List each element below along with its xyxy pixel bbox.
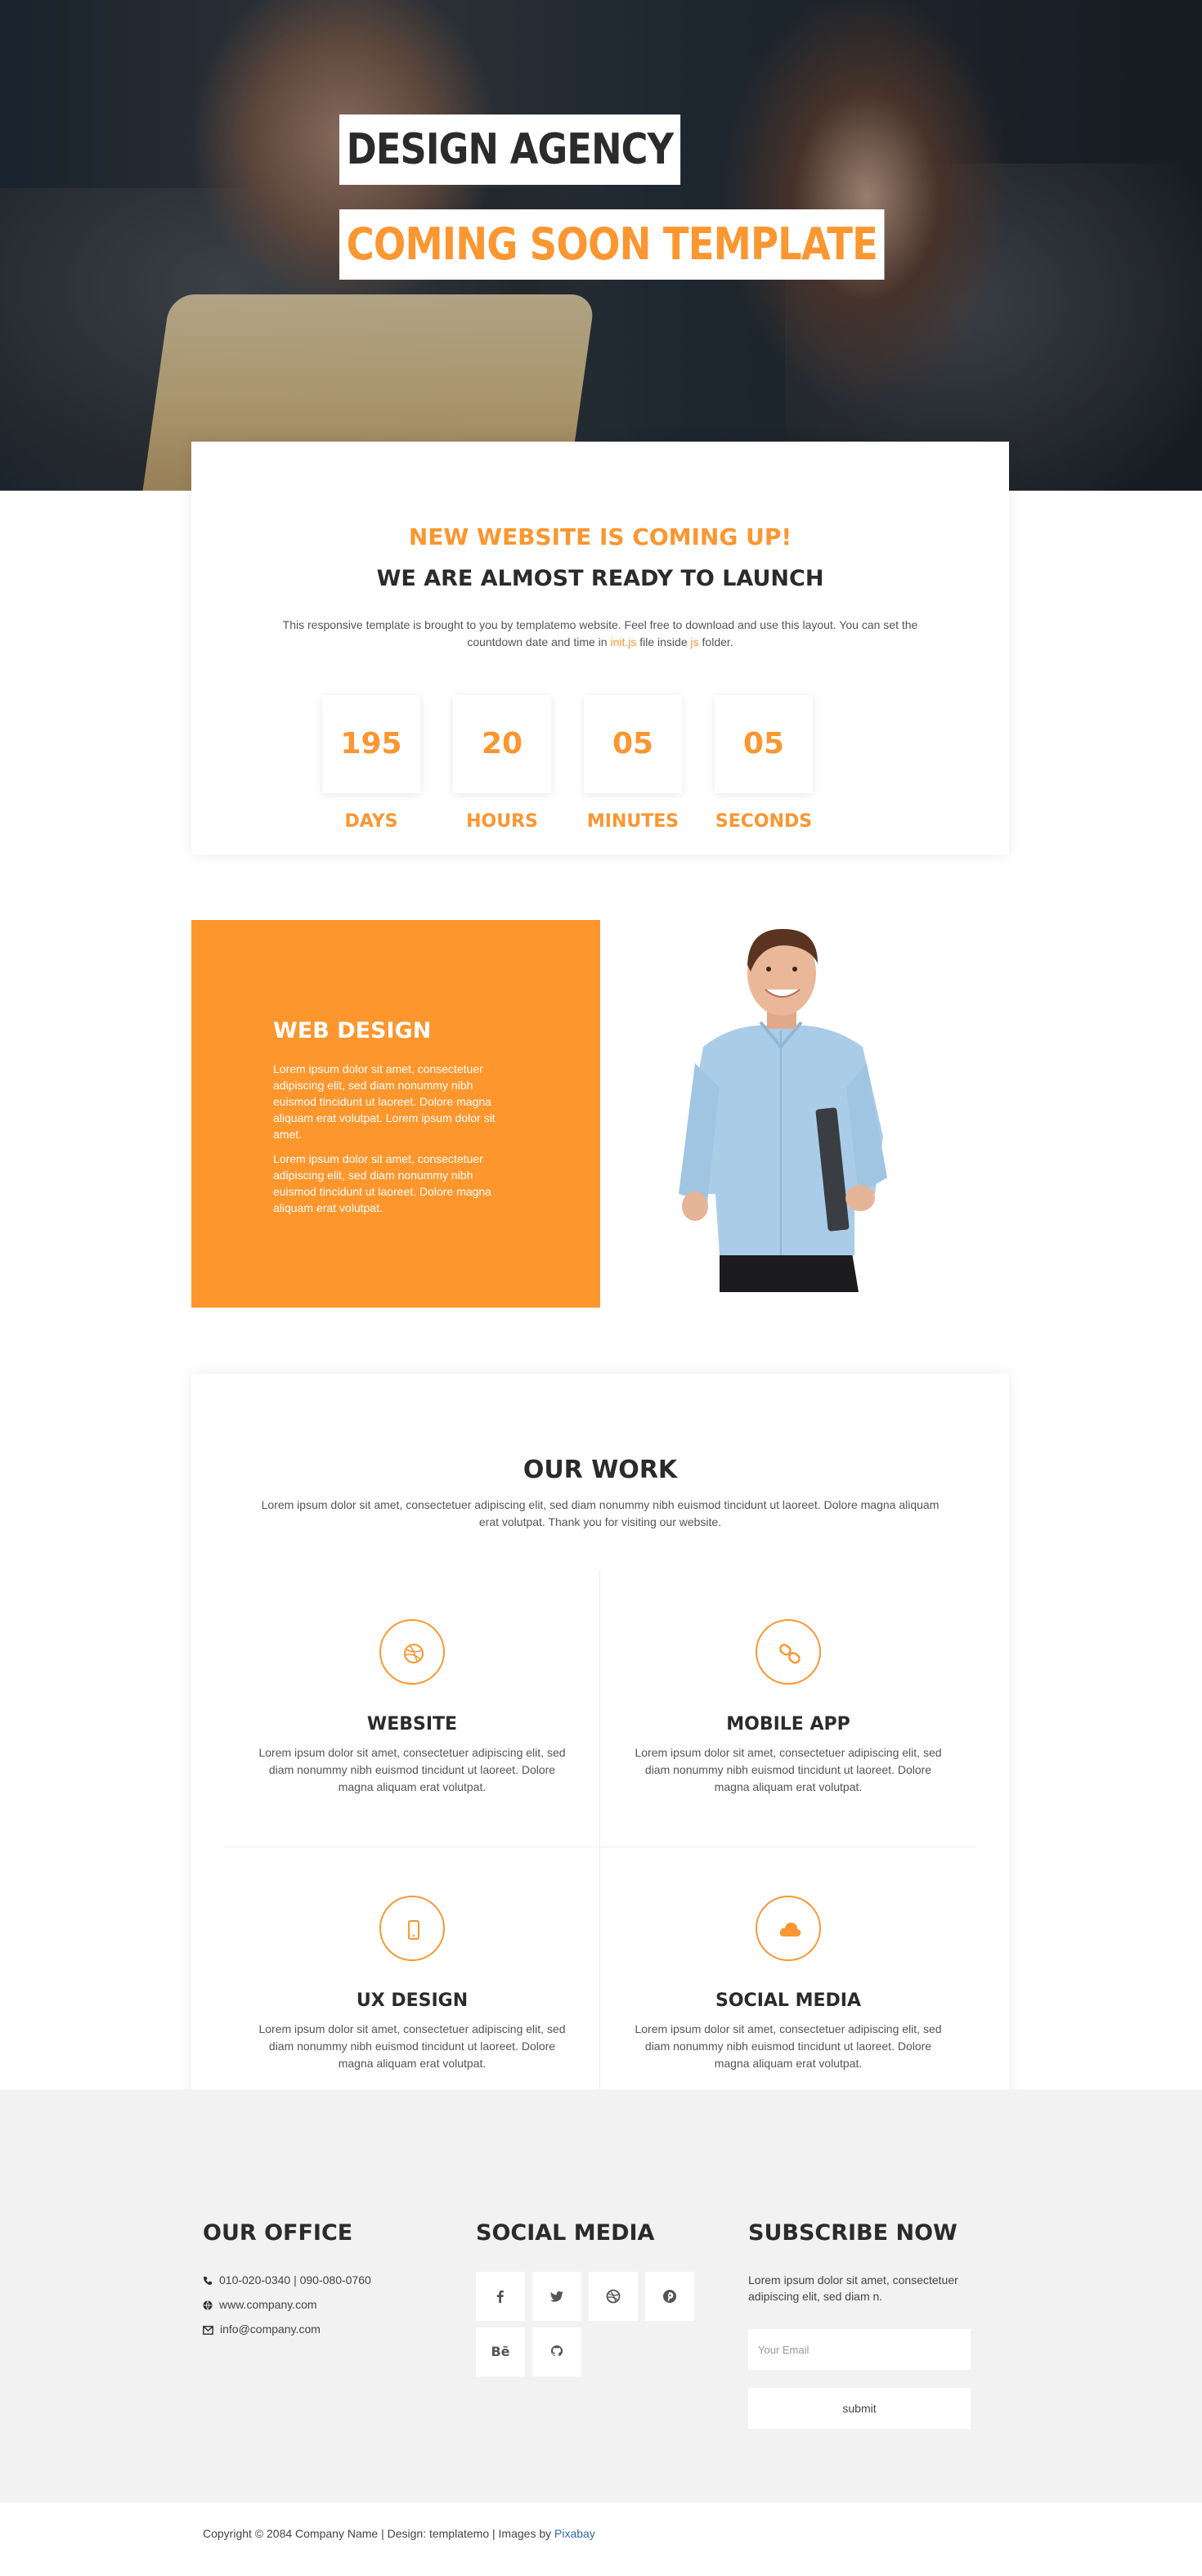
countdown-minutes-label: MINUTES [586,811,679,832]
our-work-description: Lorem ipsum dolor sit amet, consectetuer… [261,1498,940,1528]
service-ux-design: UX DESIGN Lorem ipsum dolor sit amet, co… [224,1896,600,2072]
email-field[interactable] [748,2329,971,2370]
copyright-text: Copyright © 2084 Company Name | Design: … [203,2527,555,2540]
service-social-media: SOCIAL MEDIA Lorem ipsum dolor sit amet,… [600,1896,976,2072]
countdown-hours-label: HOURS [466,811,538,832]
service-title: UX DESIGN [356,1990,469,2011]
submit-button[interactable]: submit [748,2388,971,2429]
office-website-text[interactable]: www.company.com [219,2298,317,2311]
desc-text: file inside [636,635,691,648]
pinterest-icon[interactable] [645,2272,694,2321]
link-icon [756,1619,821,1685]
facebook-icon[interactable] [476,2272,525,2321]
web-design-title: WEB DESIGN [273,1018,432,1043]
service-title: MOBILE APP [726,1714,850,1735]
service-text: Lorem ipsum dolor sit amet, consectetuer… [635,1746,942,1793]
office-website: www.company.com [203,2298,317,2311]
desc-text: folder. [698,635,733,648]
businessman-image [679,928,887,1292]
service-title: WEBSITE [366,1714,458,1735]
our-work-card: OUR WORK Lorem ipsum dolor sit amet, con… [191,1374,1009,2155]
our-work-title: OUR WORK [523,1456,678,1484]
office-phone-text: 010-020-0340 | 090-080-0760 [219,2273,371,2287]
service-text: Lorem ipsum dolor sit amet, consectetuer… [258,1746,566,1793]
web-design-panel: WEB DESIGN Lorem ipsum dolor sit amet, c… [191,920,600,1308]
copyright: Copyright © 2084 Company Name | Design: … [203,2527,595,2540]
web-design-paragraph: Lorem ipsum dolor sit amet, consectetuer… [273,1062,496,1141]
service-website: WEBSITE Lorem ipsum dolor sit amet, cons… [224,1619,600,1796]
web-design-paragraph: Lorem ipsum dolor sit amet, consectetuer… [273,1152,491,1214]
service-text: Lorem ipsum dolor sit amet, consectetuer… [258,2022,566,2070]
countdown-hours-box: 20 [453,695,551,793]
hero-title-line1: DESIGN AGENCY [339,114,680,185]
our-office-title: OUR OFFICE [203,2220,353,2246]
service-title: SOCIAL MEDIA [715,1990,861,2011]
behance-label: Bē [491,2344,510,2359]
js-folder-link[interactable]: js [691,635,699,648]
service-mobile-app: MOBILE APP Lorem ipsum dolor sit amet, c… [600,1619,976,1796]
cloud-icon [756,1896,821,1961]
service-text: Lorem ipsum dolor sit amet, consectetuer… [635,2022,942,2070]
countdown-description: This responsive template is brought to y… [273,617,927,651]
countdown-card: NEW WEBSITE IS COMING UP! WE ARE ALMOST … [191,442,1009,855]
dribbble-icon[interactable] [589,2272,638,2321]
globe-icon [203,2300,213,2310]
github-icon[interactable] [532,2327,581,2376]
countdown-subtitle: NEW WEBSITE IS COMING UP! [408,523,792,550]
subscribe-description: Lorem ipsum dolor sit amet, consectetuer… [748,2273,958,2303]
office-email: info@company.com [203,2322,321,2336]
countdown-seconds-box: 05 [715,695,813,793]
behance-icon[interactable]: Bē [476,2327,525,2376]
twitter-icon[interactable] [532,2272,581,2321]
phone-icon [204,2277,212,2285]
countdown-days-label: DAYS [344,811,398,832]
hero-title-line2: COMING SOON TEMPLATE [339,209,885,280]
countdown-minutes-box: 05 [584,695,682,793]
countdown-days-box: 195 [322,695,420,793]
mobile-icon [379,1896,445,1961]
desc-text: This responsive template is brought to y… [282,618,918,648]
office-phone: 010-020-0340 | 090-080-0760 [203,2273,371,2287]
pixabay-link[interactable]: Pixabay [554,2527,595,2540]
countdown-title: WE ARE ALMOST READY TO LAUNCH [376,566,824,591]
dribbble-icon [379,1619,445,1685]
subscribe-title: SUBSCRIBE NOW [748,2220,958,2246]
office-email-text[interactable]: info@company.com [220,2322,321,2336]
countdown-seconds-label: SECONDS [715,811,813,832]
initjs-link[interactable]: init.js [610,635,636,648]
social-media-title: SOCIAL MEDIA [476,2220,655,2246]
envelope-icon [203,2326,213,2335]
